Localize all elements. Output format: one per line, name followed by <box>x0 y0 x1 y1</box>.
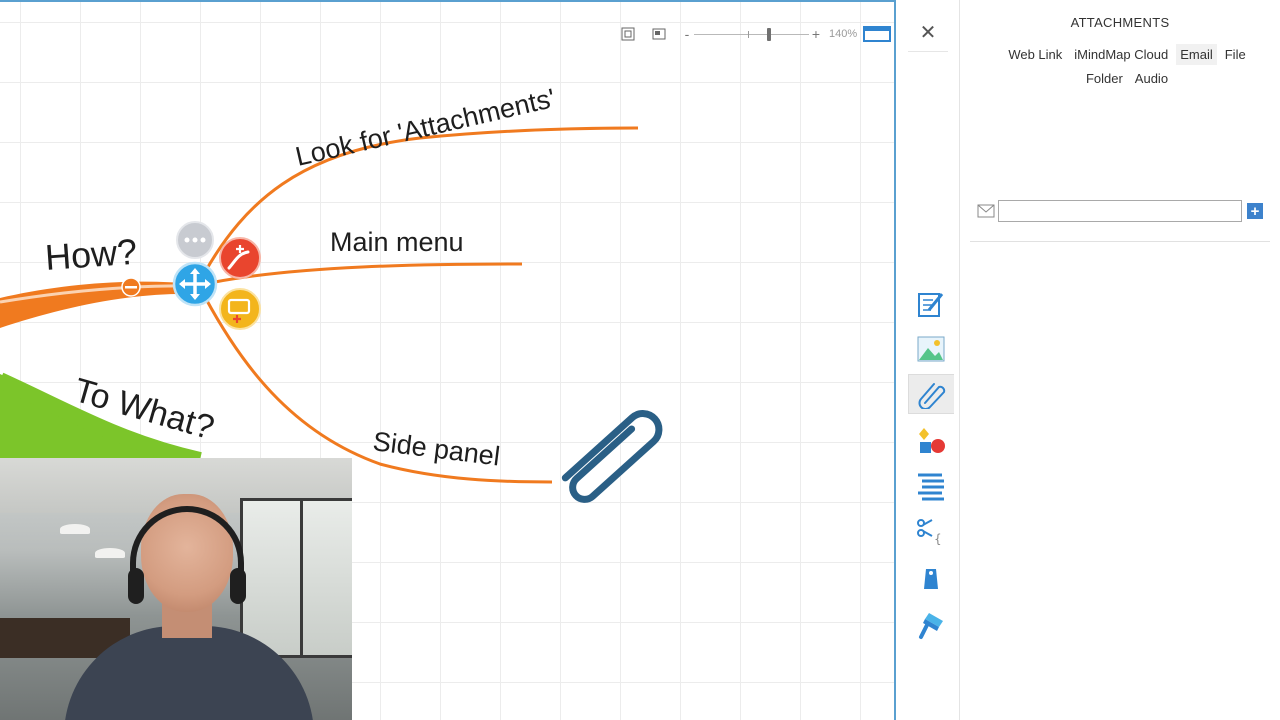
attachment-type-email[interactable]: Email <box>1176 44 1217 65</box>
add-attachment-button[interactable]: + <box>1247 203 1263 219</box>
collapse-branch-icon[interactable] <box>121 277 141 297</box>
attachment-entry-row: + <box>970 200 1270 242</box>
panel-title: ATTACHMENTS <box>1070 15 1170 30</box>
rail-attachments-button[interactable] <box>908 374 954 414</box>
list-icon <box>918 473 944 501</box>
rail-style-button[interactable] <box>908 605 954 645</box>
webcam-lamp <box>60 524 90 534</box>
attachment-type-file[interactable]: File <box>1221 44 1250 65</box>
node-more-options-icon[interactable] <box>176 221 214 259</box>
rail-shapes-button[interactable] <box>908 421 954 461</box>
zoom-slider[interactable] <box>694 26 809 42</box>
headset-ear-right <box>230 568 246 604</box>
mind-map-canvas[interactable]: How? To What? Look for 'Attachments' Mai… <box>0 0 896 720</box>
paint-brush-icon <box>919 613 943 639</box>
presenter-webcam-overlay <box>0 458 352 720</box>
rail-image-button[interactable] <box>908 329 954 369</box>
attachment-type-imindmap-cloud[interactable]: iMindMap Cloud <box>1070 44 1172 65</box>
rail-list-button[interactable] <box>908 466 954 506</box>
zoom-out-button[interactable]: - <box>682 26 692 42</box>
rail-format-button[interactable]: { } <box>908 512 954 552</box>
zoom-slider-thumb[interactable] <box>767 28 771 41</box>
webcam-glass-wall <box>300 498 352 658</box>
app-window: How? To What? Look for 'Attachments' Mai… <box>0 0 1280 720</box>
close-icon: ✕ <box>919 19 937 44</box>
branch-label-look-for-attachments[interactable]: Look for 'Attachments' <box>293 83 558 172</box>
attachment-type-web-link[interactable]: Web Link <box>1004 44 1066 65</box>
svg-text:{ }: { } <box>934 532 946 546</box>
zoom-slider-track <box>694 34 809 35</box>
zoom-slider-center-tick <box>748 31 749 38</box>
clip-format-icon: { } <box>917 519 946 546</box>
zoom-level-readout: 140% <box>829 28 858 40</box>
rail-tag-button[interactable] <box>908 558 954 598</box>
toggle-side-panel-icon[interactable] <box>863 26 892 42</box>
presentation-view-icon[interactable] <box>651 26 667 42</box>
email-address-input[interactable] <box>998 200 1242 222</box>
tag-icon <box>924 569 938 589</box>
attachment-type-list: Web Link iMindMap Cloud Email File Folde… <box>982 44 1272 89</box>
branch-main-menu[interactable] <box>214 262 523 284</box>
move-node-icon[interactable] <box>172 261 218 307</box>
mail-icon <box>977 204 995 218</box>
central-label-how[interactable]: How? <box>44 231 139 278</box>
notes-icon <box>918 293 944 317</box>
side-panel-rail: ✕ { <box>896 0 960 720</box>
add-boundary-icon[interactable] <box>219 288 261 330</box>
attachments-panel: ATTACHMENTS Web Link iMindMap Cloud Emai… <box>960 0 1280 720</box>
attachment-type-audio[interactable]: Audio <box>1131 68 1172 89</box>
rail-notes-button[interactable] <box>908 284 954 324</box>
zoom-in-button[interactable]: + <box>811 26 821 42</box>
canvas-toolbar: - + 140% <box>620 24 892 44</box>
plus-icon: + <box>1250 202 1260 220</box>
branch-label-side-panel[interactable]: Side panel <box>371 426 501 471</box>
close-panel-button[interactable]: ✕ <box>908 12 948 52</box>
add-branch-icon[interactable] <box>219 237 261 279</box>
image-icon <box>917 336 945 362</box>
paperclip-image[interactable] <box>561 407 665 504</box>
fit-to-screen-icon[interactable] <box>620 26 636 42</box>
headset-ear-left <box>128 568 144 604</box>
branch-label-main-menu[interactable]: Main menu <box>330 227 464 257</box>
webcam-lamp <box>95 548 125 558</box>
shapes-icon <box>919 428 945 453</box>
attachments-icon <box>918 383 945 409</box>
attachment-type-folder[interactable]: Folder <box>1082 68 1127 89</box>
